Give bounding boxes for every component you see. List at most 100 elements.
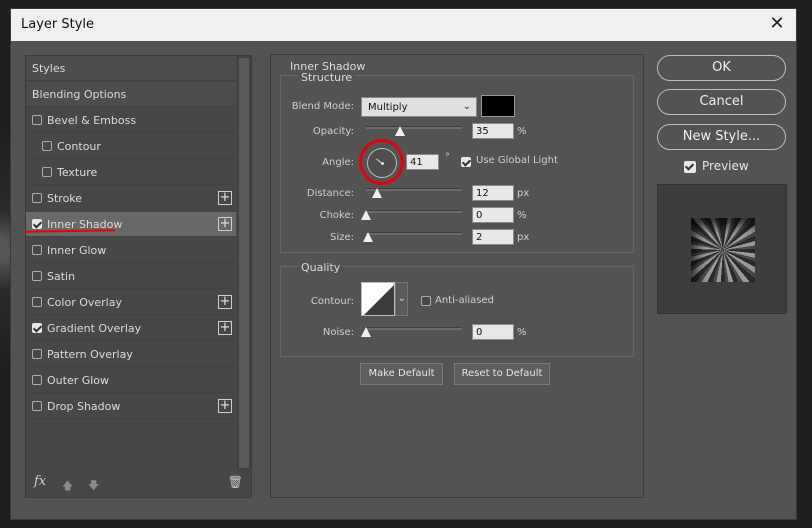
checkbox[interactable] [32,323,42,333]
size-slider-thumb[interactable] [363,232,373,242]
list-item-label: Bevel & Emboss [47,113,137,127]
contour-label: Contour: [310,296,354,307]
noise-field[interactable]: 0 [472,324,514,340]
anti-aliased-checkbox[interactable] [421,296,431,306]
list-item-label: Pattern Overlay [47,347,133,361]
list-item-color-overlay[interactable]: Color Overlay + [26,290,236,315]
styles-list-footer: fx 🡅 🡇 🗑 [26,469,251,497]
dialog-title: Layer Style [21,17,95,32]
list-item-label: Texture [57,165,98,179]
reset-to-default-button[interactable]: Reset to Default [454,363,550,385]
opacity-slider[interactable] [366,126,462,129]
choke-slider[interactable] [366,210,462,213]
chevron-down-icon: ⌄ [462,101,471,112]
chevron-down-icon: ⌄ [397,293,406,304]
checkbox[interactable] [32,245,42,255]
opacity-slider-thumb[interactable] [395,126,405,136]
quality-group [280,266,634,357]
add-color-overlay-button[interactable]: + [218,295,232,309]
layer-style-dialog: Layer Style ✕ Styles Blending Options Be… [10,8,797,520]
choke-label: Choke: [319,210,354,221]
list-item-inner-glow[interactable]: Inner Glow [26,238,236,263]
move-up-icon[interactable]: 🡅 [62,477,73,496]
list-item-label: Blending Options [32,87,127,101]
opacity-unit: % [517,126,527,137]
preview-checkbox[interactable] [684,161,696,173]
list-item-label: Color Overlay [47,295,122,309]
size-label: Size: [330,232,354,243]
move-down-icon[interactable]: 🡇 [88,477,99,496]
distance-slider-thumb[interactable] [372,188,382,198]
quality-title: Quality [298,261,344,274]
size-field[interactable]: 2 [472,229,514,245]
noise-slider-thumb[interactable] [361,327,371,337]
structure-title: Structure [298,71,356,84]
noise-unit: % [517,327,527,338]
checkbox[interactable] [32,297,42,307]
contour-curve-icon [362,283,394,315]
close-icon[interactable]: ✕ [766,13,788,35]
list-item-label: Gradient Overlay [47,321,142,335]
checkbox[interactable] [32,375,42,385]
preview-thumbnail [657,184,787,314]
anti-aliased-label: Anti-aliased [435,295,495,306]
list-item-blending-options[interactable]: Blending Options [26,82,236,107]
list-item-satin[interactable]: Satin [26,264,236,289]
blend-mode-select[interactable]: Multiply ⌄ [361,97,477,117]
list-item-bevel-emboss[interactable]: Bevel & Emboss [26,108,236,133]
choke-field[interactable]: 0 [472,207,514,223]
checkbox[interactable] [32,401,42,411]
add-gradient-overlay-button[interactable]: + [218,321,232,335]
use-global-light-checkbox[interactable] [461,157,471,167]
list-item-label: Outer Glow [47,373,110,387]
list-item-label: Inner Glow [47,243,107,257]
trash-icon[interactable]: 🗑 [228,475,243,489]
annotation-circle [359,139,404,185]
list-item-drop-shadow[interactable]: Drop Shadow + [26,394,236,419]
choke-slider-thumb[interactable] [361,210,371,220]
add-drop-shadow-button[interactable]: + [218,399,232,413]
distance-unit: px [517,188,530,199]
noise-slider[interactable] [366,327,462,330]
list-item-stroke[interactable]: Stroke + [26,186,236,211]
distance-field[interactable]: 12 [472,185,514,201]
list-item-styles[interactable]: Styles [26,56,236,81]
checkbox[interactable] [42,167,52,177]
contour-picker[interactable] [361,282,395,316]
angle-label: Angle: [322,157,354,168]
fx-button[interactable]: fx [34,474,46,489]
checkbox[interactable] [32,271,42,281]
list-item-gradient-overlay[interactable]: Gradient Overlay + [26,316,236,341]
checkbox[interactable] [32,349,42,359]
opacity-label: Opacity: [312,126,354,137]
list-item-inner-shadow[interactable]: Inner Shadow + [26,212,236,237]
new-style-button[interactable]: New Style... [657,124,786,150]
add-inner-shadow-button[interactable]: + [218,217,232,231]
styles-list-scrollbar[interactable] [237,56,251,470]
size-slider[interactable] [366,232,462,235]
list-item-pattern-overlay[interactable]: Pattern Overlay [26,342,236,367]
contour-dropdown[interactable]: ⌄ [395,282,408,316]
opacity-field[interactable]: 35 [472,123,514,139]
use-global-light-label: Use Global Light [476,155,558,166]
checkbox[interactable] [32,219,42,229]
checkbox[interactable] [42,141,52,151]
cancel-button[interactable]: Cancel [657,89,786,115]
list-item-outer-glow[interactable]: Outer Glow [26,368,236,393]
scrollbar-thumb[interactable] [239,58,249,468]
styles-list-panel: Styles Blending Options Bevel & Emboss C… [25,55,252,498]
list-item-label: Drop Shadow [47,399,121,413]
ok-button[interactable]: OK [657,55,786,81]
preview-label: Preview [702,159,749,173]
checkbox[interactable] [32,193,42,203]
checkbox[interactable] [32,115,42,125]
blend-mode-value: Multiply [368,102,408,113]
size-unit: px [517,232,530,243]
shadow-color-swatch[interactable] [481,95,515,117]
list-item-label: Contour [57,139,101,153]
add-stroke-button[interactable]: + [218,191,232,205]
list-item-contour[interactable]: Contour [26,134,236,159]
list-item-texture[interactable]: Texture [26,160,236,185]
make-default-button[interactable]: Make Default [360,363,443,385]
angle-field[interactable]: 41 [406,154,439,170]
